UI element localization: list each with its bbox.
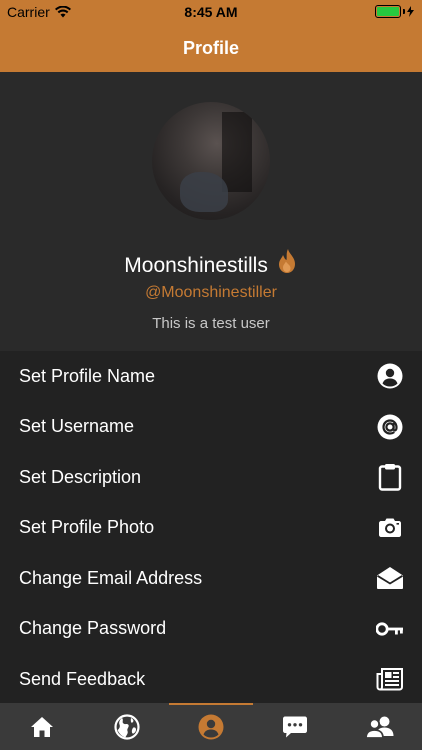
page-title: Profile [182,37,239,58]
profile-icon [198,714,224,739]
profile-username: @Moonshinestiller [145,284,277,301]
users-icon [364,716,394,739]
menu-item-label: Set Username [19,416,135,437]
profile-description: This is a test user [152,315,270,332]
key-icon [376,615,404,643]
clipboard-icon [376,463,404,491]
status-bar: Carrier 8:45 AM [0,0,422,24]
profile-name: Moonshinestills [124,254,268,277]
camera-icon [376,514,404,542]
set-description-item[interactable]: Set Description [0,452,422,503]
tab-users[interactable] [338,703,422,750]
home-icon [31,716,54,737]
change-email-address-item[interactable]: Change Email Address [0,553,422,604]
clock: 8:45 AM [184,4,238,20]
charging-bolt-icon [407,6,414,17]
menu-item-label: Set Profile Photo [19,517,155,538]
menu-item-label: Send Feedback [19,668,146,689]
chat-icon [283,716,308,737]
flame-icon [278,249,295,273]
profile-name-row: Moonshinestills [0,248,422,278]
tab-chat[interactable] [253,703,337,750]
menu-item-label: Set Description [19,466,142,487]
menu-item-label: Change Email Address [19,567,203,588]
tab-home[interactable] [0,703,84,750]
tab-profile[interactable] [168,703,254,750]
avatar[interactable] [152,102,270,220]
menu-item-label: Set Profile Name [19,365,156,386]
set-username-item[interactable]: Set Username [0,401,422,452]
battery-icon [375,5,414,18]
profile-header: Moonshinestills @Moonshinestiller This i… [0,72,422,351]
send-feedback-item[interactable]: Send Feedback [0,654,422,705]
globe-icon [114,713,140,740]
tab-bar [0,703,422,750]
tab-globe[interactable] [84,703,168,750]
envelope-open-icon [376,564,404,592]
set-profile-photo-item[interactable]: Set Profile Photo [0,502,422,553]
menu-item-label: Change Password [19,618,167,639]
change-password-item[interactable]: Change Password [0,603,422,654]
navigation-bar: Profile [0,24,422,72]
settings-menu: Set Profile Name Set Username Set Descri… [0,351,422,705]
at-sign-icon [376,413,404,441]
set-profile-name-item[interactable]: Set Profile Name [0,351,422,402]
newspaper-icon [376,665,404,693]
user-circle-icon [376,362,404,390]
